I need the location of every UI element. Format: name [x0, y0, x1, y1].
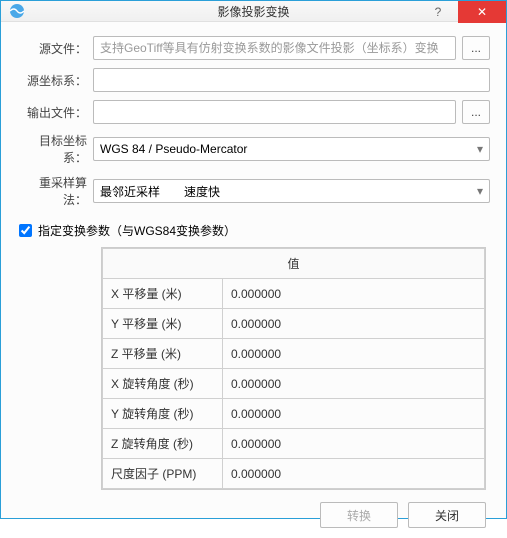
param-name: 尺度因子 (PPM): [103, 459, 223, 489]
source-file-input[interactable]: [93, 36, 456, 60]
close-button[interactable]: ✕: [458, 1, 506, 23]
table-row: Y 平移量 (米)0.000000: [103, 309, 485, 339]
output-file-input[interactable]: [93, 100, 456, 124]
param-name: X 平移量 (米): [103, 279, 223, 309]
close-dialog-button[interactable]: 关闭: [408, 502, 486, 528]
dialog-window: 影像投影变换 ? ✕ 源文件： ... 源坐标系： 输出文件： ... 目标坐标…: [0, 0, 507, 519]
params-table: 值 X 平移量 (米)0.000000 Y 平移量 (米)0.000000 Z …: [101, 247, 486, 490]
param-name: Y 平移量 (米): [103, 309, 223, 339]
resample-value: 最邻近采样 速度快: [100, 183, 220, 200]
help-button[interactable]: ?: [418, 1, 458, 23]
value-header: 值: [103, 249, 485, 279]
target-crs-label: 目标坐标系：: [17, 132, 93, 166]
chevron-down-icon: ▾: [477, 184, 483, 198]
titlebar: 影像投影变换 ? ✕: [1, 1, 506, 22]
table-row: X 平移量 (米)0.000000: [103, 279, 485, 309]
param-value[interactable]: 0.000000: [223, 339, 485, 369]
resample-label: 重采样算法：: [17, 174, 93, 208]
output-file-browse-button[interactable]: ...: [462, 100, 490, 124]
table-row: X 旋转角度 (秒)0.000000: [103, 369, 485, 399]
table-row: Y 旋转角度 (秒)0.000000: [103, 399, 485, 429]
transform-button[interactable]: 转换: [320, 502, 398, 528]
param-value[interactable]: 0.000000: [223, 459, 485, 489]
target-crs-value: WGS 84 / Pseudo-Mercator: [100, 142, 247, 156]
param-value[interactable]: 0.000000: [223, 279, 485, 309]
param-name: Y 旋转角度 (秒): [103, 399, 223, 429]
param-value[interactable]: 0.000000: [223, 429, 485, 459]
specify-params-label: 指定变换参数（与WGS84变换参数）: [38, 222, 236, 239]
param-name: Z 旋转角度 (秒): [103, 429, 223, 459]
source-file-browse-button[interactable]: ...: [462, 36, 490, 60]
param-name: Z 平移量 (米): [103, 339, 223, 369]
table-row: 尺度因子 (PPM)0.000000: [103, 459, 485, 489]
param-value[interactable]: 0.000000: [223, 369, 485, 399]
source-crs-input[interactable]: [93, 68, 490, 92]
table-row: Z 平移量 (米)0.000000: [103, 339, 485, 369]
specify-params-checkbox[interactable]: [19, 224, 32, 237]
target-crs-select[interactable]: WGS 84 / Pseudo-Mercator ▾: [93, 137, 490, 161]
output-file-label: 输出文件：: [17, 104, 93, 121]
content-area: 源文件： ... 源坐标系： 输出文件： ... 目标坐标系： WGS 84 /…: [1, 22, 506, 538]
param-value[interactable]: 0.000000: [223, 309, 485, 339]
source-crs-label: 源坐标系：: [17, 72, 93, 89]
resample-select[interactable]: 最邻近采样 速度快 ▾: [93, 179, 490, 203]
chevron-down-icon: ▾: [477, 142, 483, 156]
param-value[interactable]: 0.000000: [223, 399, 485, 429]
table-row: Z 旋转角度 (秒)0.000000: [103, 429, 485, 459]
param-name: X 旋转角度 (秒): [103, 369, 223, 399]
source-file-label: 源文件：: [17, 40, 93, 57]
